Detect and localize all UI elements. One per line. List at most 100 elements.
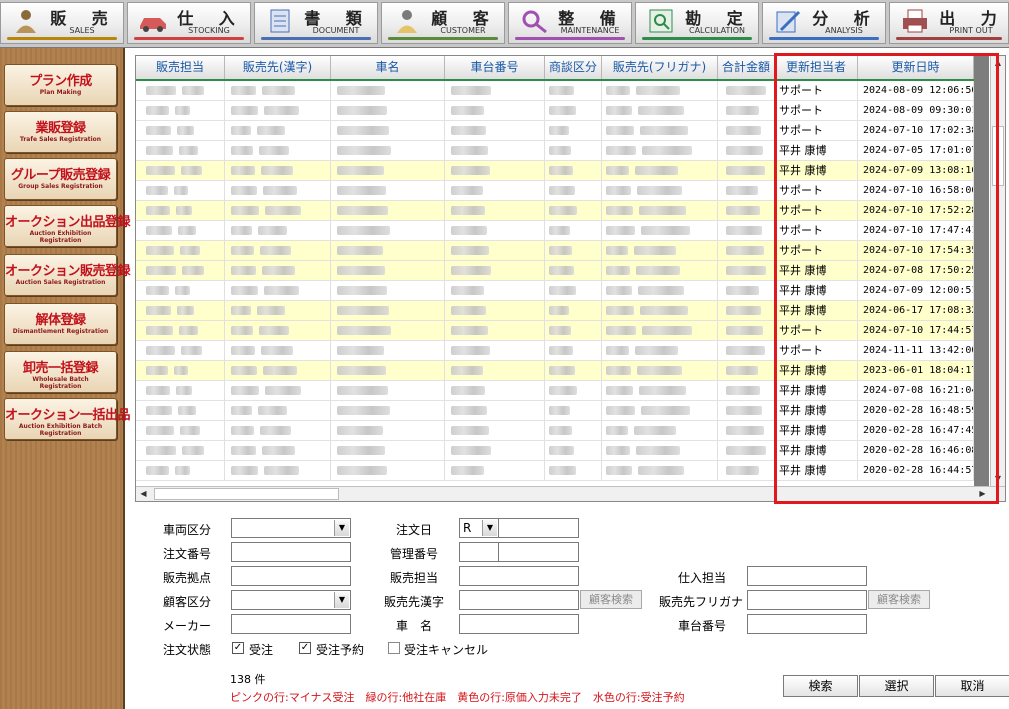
table-row[interactable]: 平井 康博 2020-02-28 16:48:59 xyxy=(136,401,974,421)
redacted-text xyxy=(635,346,678,355)
column-header-buyer-kanji[interactable]: 販売先(漢字) xyxy=(225,56,331,79)
nav-sales-button[interactable]: 販 売 SALES xyxy=(0,2,124,44)
buyer-kana-input[interactable] xyxy=(747,590,867,610)
table-row[interactable]: サポート 2024-11-11 13:42:00 xyxy=(136,341,974,361)
order-cancel-checkbox[interactable] xyxy=(388,642,400,654)
vehicle-class-select[interactable]: ▼ xyxy=(231,518,351,538)
column-header-deal-class[interactable]: 商談区分 xyxy=(545,56,602,79)
updated-at-cell: 2024-07-10 17:54:35 xyxy=(858,241,974,260)
table-row[interactable]: 平井 康博 2020-02-28 16:47:45 xyxy=(136,421,974,441)
sidebar-item-label: グループ販売登録 xyxy=(10,168,111,183)
redacted-cell xyxy=(545,181,602,200)
horizontal-scrollbar[interactable]: ◀ ▶ xyxy=(136,486,1005,501)
nav-stocking-button[interactable]: 仕 入 STOCKING xyxy=(127,2,251,44)
order-no-input[interactable] xyxy=(231,542,351,562)
nav-calculation-button[interactable]: 勘 定 CALCULATION xyxy=(635,2,759,44)
redacted-cell xyxy=(718,401,775,420)
sidebar-group-sales-registration[interactable]: グループ販売登録 Group Sales Registration xyxy=(4,158,117,200)
cancel-button[interactable]: 取消 xyxy=(935,675,1009,697)
nav-document-button[interactable]: 書 類 DOCUMENT xyxy=(254,2,378,44)
table-row[interactable]: サポート 2024-07-10 17:54:35 xyxy=(136,241,974,261)
table-row[interactable]: 平井 康博 2020-02-28 16:46:08 xyxy=(136,441,974,461)
redacted-text xyxy=(146,146,173,155)
redacted-text xyxy=(606,186,631,195)
updated-at-cell: 2020-02-28 16:46:08 xyxy=(858,441,974,460)
nav-maintenance-sublabel: MAINTENANCE xyxy=(560,26,620,35)
table-row[interactable]: 平井 康博 2024-07-08 17:50:25 xyxy=(136,261,974,281)
redacted-text xyxy=(264,466,299,475)
customer-search-kana-button[interactable]: 顧客検索 xyxy=(868,590,930,609)
search-button[interactable]: 検索 xyxy=(783,675,858,697)
sidebar-auction-batch-exhibition[interactable]: オークション一括出品 Auction Exhibition Batch Regi… xyxy=(4,398,131,440)
column-header-updated-at[interactable]: 更新日時 xyxy=(858,56,974,79)
sidebar-plan-making[interactable]: プラン作成 Plan Making xyxy=(4,64,117,106)
column-header-buyer-kana[interactable]: 販売先(フリガナ) xyxy=(602,56,718,79)
vertical-scrollbar[interactable]: ▲ ▼ xyxy=(990,56,1005,486)
sidebar-trade-sales-registration[interactable]: 業販登録 Trafe Sales Registration xyxy=(4,111,117,153)
order-date-mode-value: R xyxy=(463,521,472,535)
table-row[interactable]: サポート 2024-07-10 17:47:41 xyxy=(136,221,974,241)
purchase-rep-input[interactable] xyxy=(747,566,867,586)
table-row[interactable]: サポート 2024-07-10 16:58:06 xyxy=(136,181,974,201)
order-date-input[interactable] xyxy=(498,518,579,538)
sales-rep-input[interactable] xyxy=(459,566,579,586)
column-header-sales-rep[interactable]: 販売担当 xyxy=(136,56,225,79)
table-row[interactable]: 平井 康博 2024-06-17 17:08:32 xyxy=(136,301,974,321)
order-checkbox[interactable]: ✓ xyxy=(232,642,244,654)
redacted-cell xyxy=(718,261,775,280)
buyer-kanji-input[interactable] xyxy=(459,590,579,610)
chevron-down-icon[interactable]: ▼ xyxy=(334,520,349,536)
redacted-text xyxy=(451,126,486,135)
chassis-no-input[interactable] xyxy=(747,614,867,634)
table-row[interactable]: サポート 2024-08-09 09:30:01 xyxy=(136,101,974,121)
table-row[interactable]: サポート 2024-07-10 17:02:38 xyxy=(136,121,974,141)
scroll-left-icon[interactable]: ◀ xyxy=(137,487,150,500)
nav-customer-button[interactable]: 顧 客 CUSTOMER xyxy=(381,2,505,44)
redacted-text xyxy=(337,126,389,135)
column-header-updater[interactable]: 更新担当者 xyxy=(775,56,858,79)
order-reserve-checkbox[interactable]: ✓ xyxy=(299,642,311,654)
redacted-cell xyxy=(718,241,775,260)
redacted-cell xyxy=(136,141,225,160)
customer-search-button[interactable]: 顧客検索 xyxy=(580,590,642,609)
chevron-down-icon[interactable]: ▼ xyxy=(482,520,497,536)
customer-class-select[interactable]: ▼ xyxy=(231,590,351,610)
sidebar-dismantlement-registration[interactable]: 解体登録 Dismantlement Registration xyxy=(4,303,117,345)
car-name-input[interactable] xyxy=(459,614,579,634)
nav-analysis-button[interactable]: 分 析 ANALYSIS xyxy=(762,2,886,44)
redacted-cell xyxy=(136,301,225,320)
chevron-down-icon[interactable]: ▼ xyxy=(334,592,349,608)
sidebar-wholesale-batch-registration[interactable]: 卸売一括登録 Wholesale Batch Registration xyxy=(4,351,117,393)
sales-base-input[interactable] xyxy=(231,566,351,586)
table-row[interactable]: 平井 康博 2024-07-09 12:00:51 xyxy=(136,281,974,301)
nav-printout-button[interactable]: 出 力 PRINT OUT xyxy=(889,2,1009,44)
maker-input[interactable] xyxy=(231,614,351,634)
horizontal-scroll-thumb[interactable] xyxy=(154,488,339,500)
scroll-right-icon[interactable]: ▶ xyxy=(976,487,989,500)
mgmt-no-prefix-input[interactable] xyxy=(459,542,499,562)
redacted-text xyxy=(549,186,575,195)
sidebar-auction-exhibition-registration[interactable]: オークション出品登録 Auction Exhibition Registrati… xyxy=(4,205,131,247)
mgmt-no-input[interactable] xyxy=(498,542,579,562)
table-row[interactable]: サポート 2024-07-10 17:44:57 xyxy=(136,321,974,341)
table-row[interactable]: サポート 2024-08-09 12:06:50 xyxy=(136,81,974,101)
column-header-total-amount[interactable]: 合計金額 xyxy=(718,56,775,79)
redacted-text xyxy=(451,286,484,295)
nav-maintenance-button[interactable]: 整 備 MAINTENANCE xyxy=(508,2,632,44)
scroll-up-icon[interactable]: ▲ xyxy=(992,56,1004,69)
column-header-chassis-no[interactable]: 車台番号 xyxy=(445,56,545,79)
table-row[interactable]: サポート 2024-07-10 17:52:28 xyxy=(136,201,974,221)
table-row[interactable]: 平井 康博 2024-07-08 16:21:04 xyxy=(136,381,974,401)
table-row[interactable]: 平井 康博 2024-07-09 13:08:16 xyxy=(136,161,974,181)
table-row[interactable]: 平井 康博 2024-07-05 17:01:07 xyxy=(136,141,974,161)
select-button[interactable]: 選択 xyxy=(859,675,934,697)
column-header-car-name[interactable]: 車名 xyxy=(331,56,445,79)
sidebar-auction-sales-registration[interactable]: オークション販売登録 Auction Sales Registration xyxy=(4,254,131,296)
redacted-text xyxy=(606,266,630,275)
vertical-scroll-thumb[interactable] xyxy=(992,126,1004,186)
scroll-down-icon[interactable]: ▼ xyxy=(992,472,1004,485)
table-row[interactable]: 平井 康博 2023-06-01 18:04:17 xyxy=(136,361,974,381)
table-row[interactable]: 平井 康博 2020-02-28 16:44:57 xyxy=(136,461,974,481)
nav-sales-sublabel: SALES xyxy=(69,26,95,35)
order-date-mode-select[interactable]: R ▼ xyxy=(459,518,499,538)
